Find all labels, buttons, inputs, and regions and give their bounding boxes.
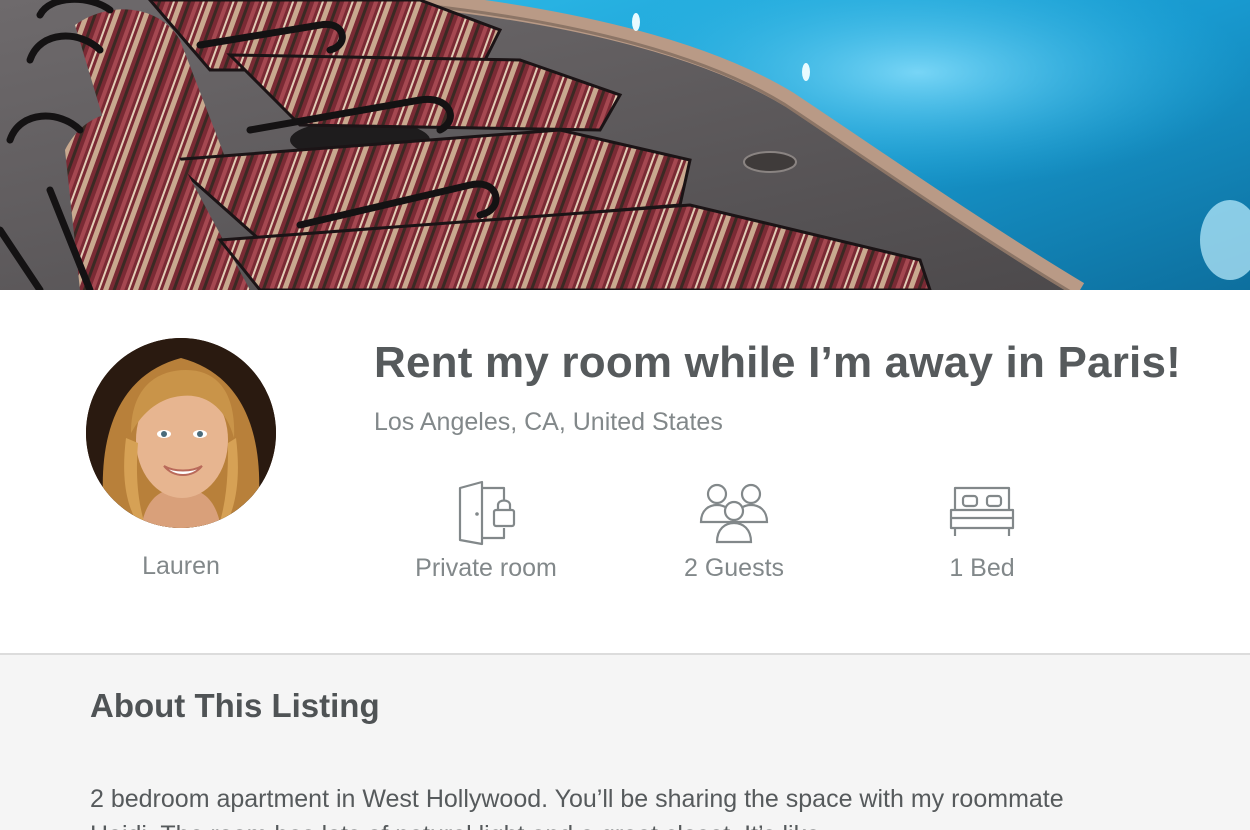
- about-description: 2 bedroom apartment in West Hollywood. Y…: [90, 785, 1064, 830]
- amenity-room-type: Private room: [376, 480, 596, 583]
- amenity-beds: 1 Bed: [872, 480, 1092, 583]
- about-section: About This Listing 2 bedroom apartment i…: [0, 653, 1250, 830]
- door-lock-icon: [458, 480, 516, 546]
- amenity-guests-label: 2 Guests: [683, 554, 785, 582]
- host-name[interactable]: Lauren: [86, 552, 276, 581]
- pool-deck-image: [0, 0, 1250, 290]
- guests-icon: [699, 483, 769, 544]
- host-photo: [86, 338, 276, 528]
- hero-photo: [0, 0, 1250, 290]
- listing-location[interactable]: Los Angeles, CA, United States: [374, 408, 723, 437]
- bed-icon: [949, 486, 1015, 536]
- amenity-room-type-label: Private room: [415, 554, 557, 582]
- amenity-beds-label: 1 Bed: [949, 554, 1015, 582]
- about-heading: About This Listing: [90, 687, 380, 724]
- host-avatar[interactable]: [86, 338, 276, 528]
- amenity-guests: 2 Guests: [624, 480, 844, 583]
- listing-title: Rent my room while I’m away in Paris!: [374, 338, 1181, 387]
- listing-summary: Lauren Rent my room while I’m away in Pa…: [0, 290, 1250, 653]
